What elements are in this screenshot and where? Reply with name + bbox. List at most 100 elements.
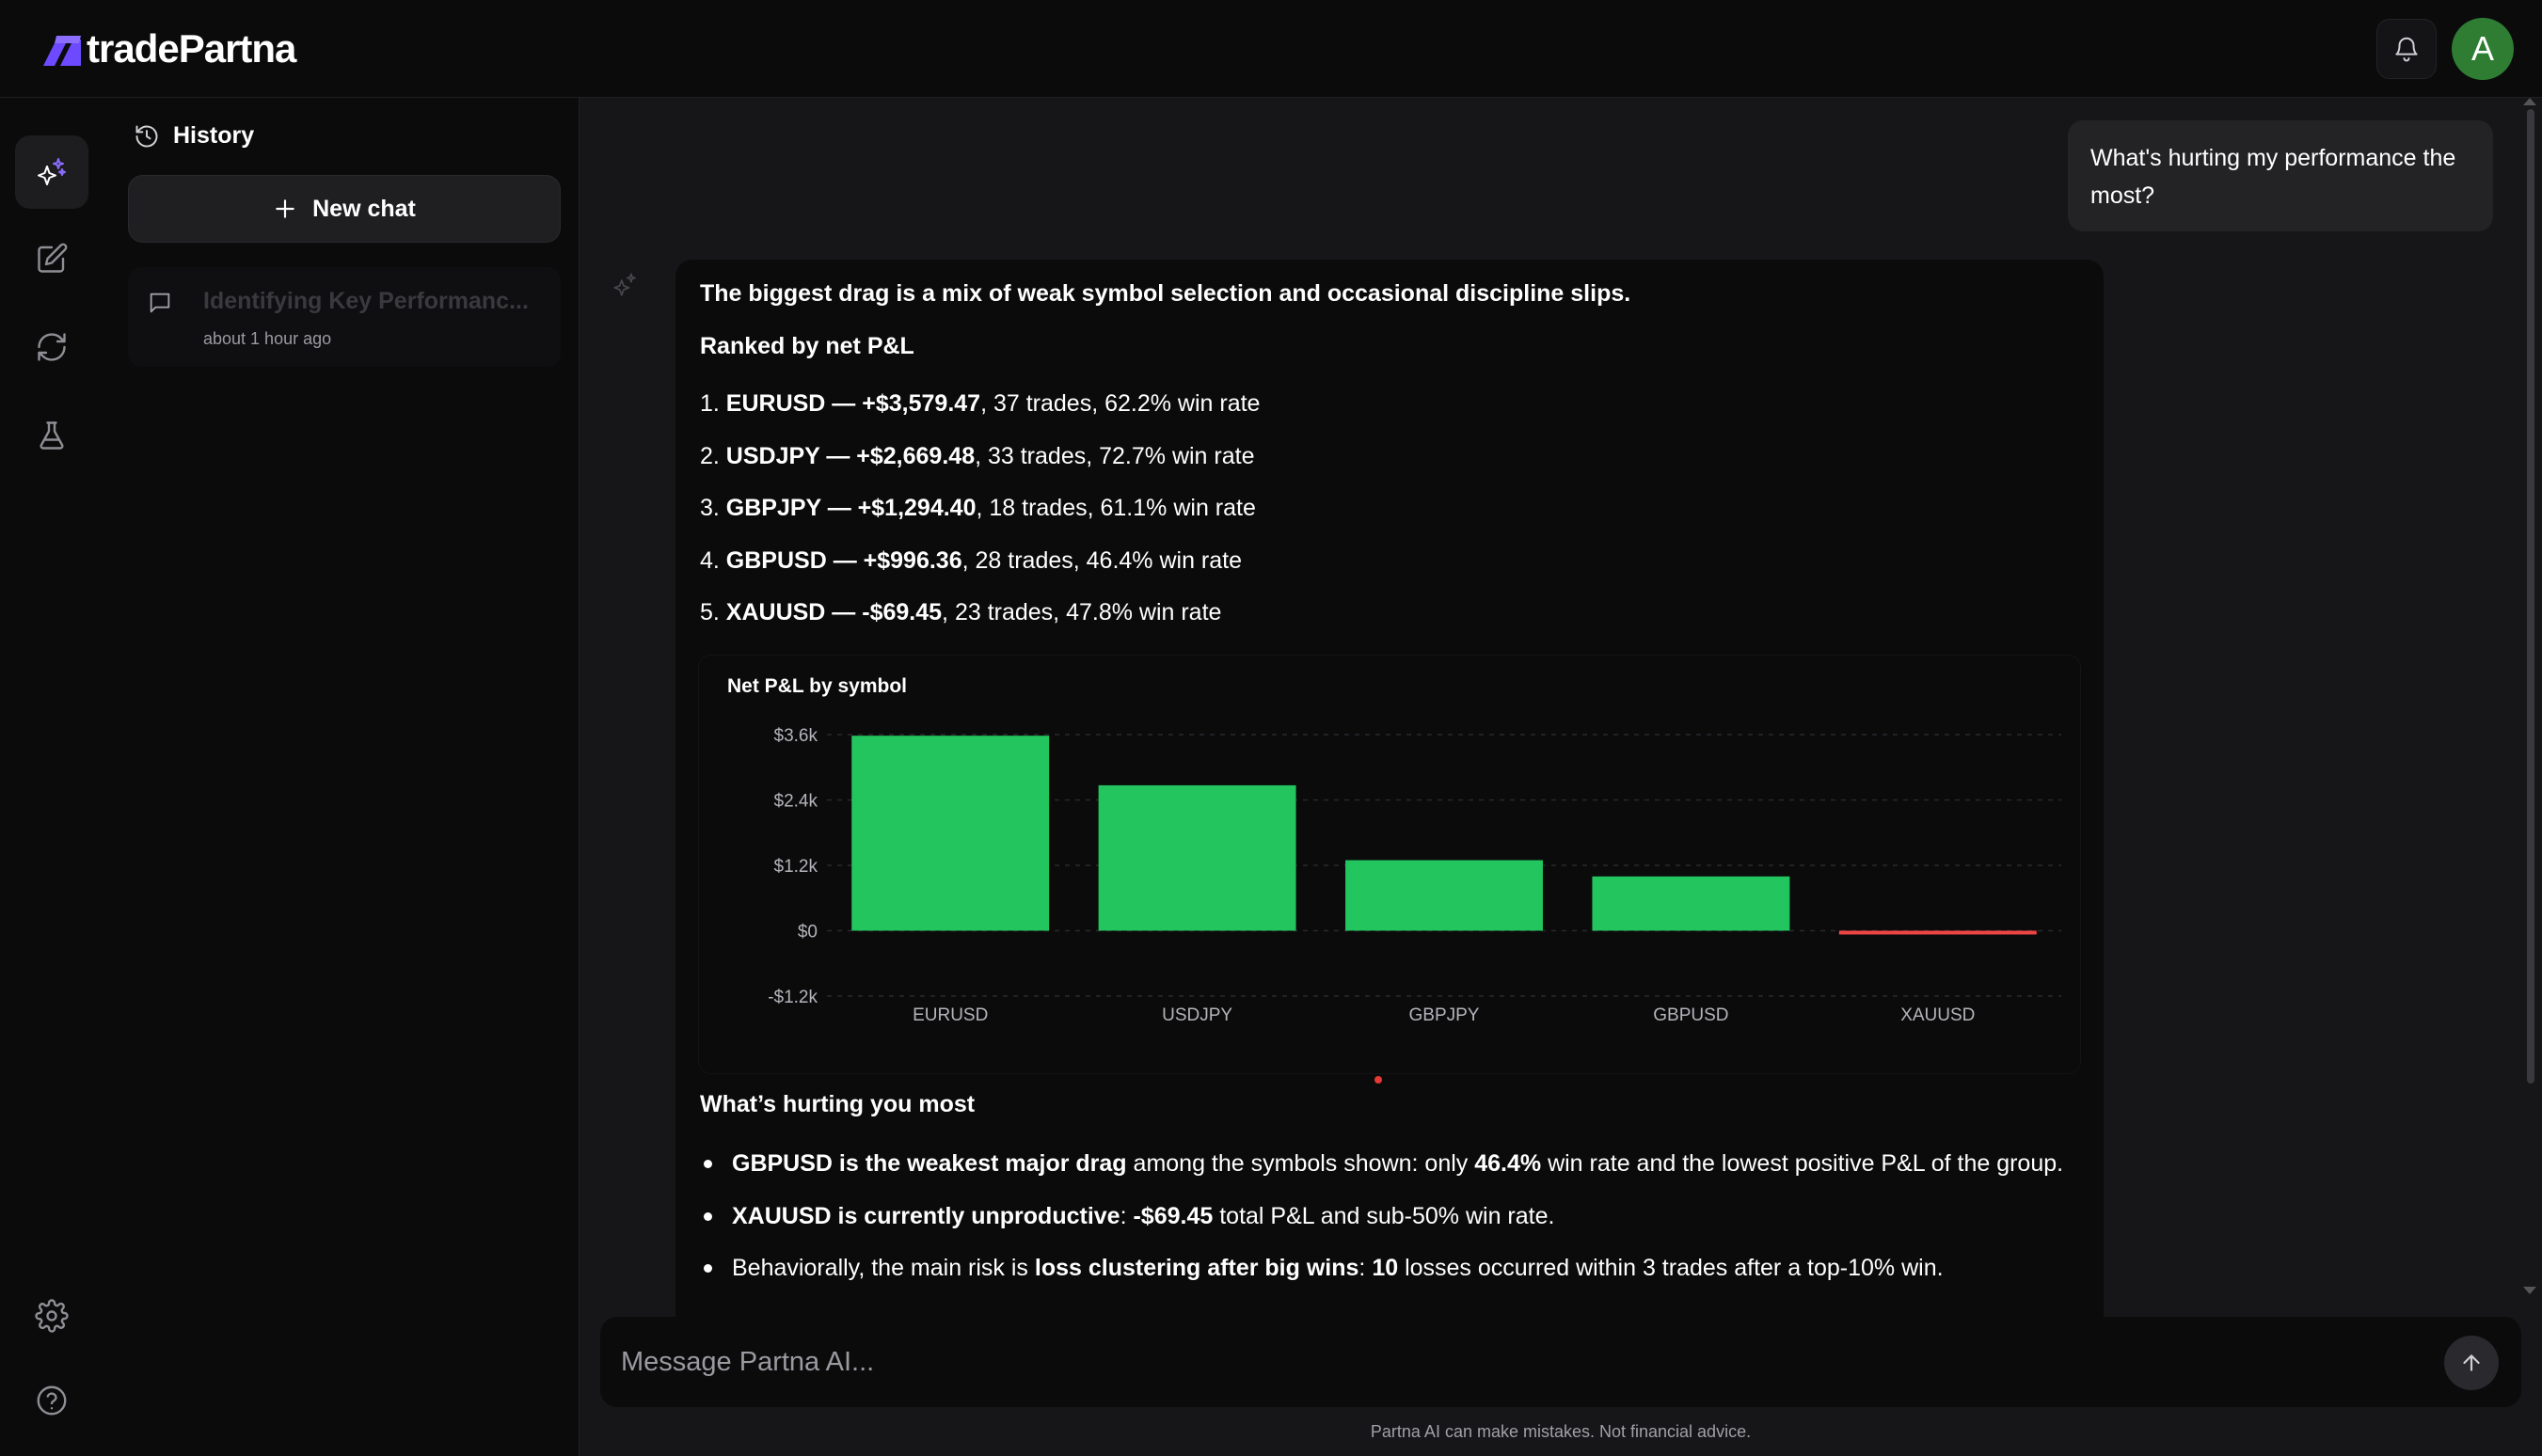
flask-icon [40,421,64,450]
ai-lead-text: The biggest drag is a mix of weak symbol… [700,280,1631,307]
bar-gbpusd [1592,876,1790,931]
rank-symbol-pnl: EURUSD — +$3,579.47 [725,390,981,417]
rank-symbol-pnl: XAUUSD — -$69.45 [725,599,943,625]
pnl-bar-chart: Net P&L by symbol $3.6k $2.4k $1.2k $0 -$1.2k… [727,675,2061,1025]
bullet-emphasis: GBPUSD is the weakest major drag [732,1150,1127,1177]
scrollbar-thumb[interactable] [2527,109,2534,1084]
rank-number: 5. [700,599,726,625]
ai-avatar [612,271,640,304]
bar-xauusd [1838,930,2037,935]
notifications-button[interactable] [2376,19,2437,79]
edit-icon [38,243,68,273]
new-chat-label: New chat [312,195,416,222]
hurting-bullet: XAUUSD is currently unproductive: -$69.4… [700,1202,2063,1255]
rank-stats: , 33 trades, 72.7% win rate [975,442,1255,469]
history-header: History [134,122,254,150]
rank-stats: , 18 trades, 61.1% win rate [976,495,1256,521]
new-chat-button[interactable]: New chat [128,175,561,243]
send-button[interactable] [2444,1336,2499,1390]
bar-gbpjpy [1345,860,1543,931]
bullet-text: : [1120,1202,1134,1229]
scroll-up-arrow[interactable] [2523,98,2536,105]
logo[interactable]: tradePartna [41,26,296,71]
bullet-emphasis: 10 [1372,1255,1399,1281]
user-avatar[interactable]: A [2452,18,2514,80]
x-tick-label: GBPUSD [1653,1005,1728,1025]
y-tick-label: $1.2k [774,857,818,877]
y-tick-label: $2.4k [774,792,818,812]
rank-symbol-pnl: USDJPY — +$2,669.48 [725,442,976,469]
plus-icon [276,199,294,218]
arrow-up-icon [2463,1354,2480,1371]
bar-eurusd [851,736,1050,931]
ranked-heading: Ranked by net P&L [700,333,914,359]
y-tick-label: $0 [798,923,818,942]
bullet-text: losses occurred within 3 trades after a … [1398,1255,1944,1281]
bullet-emphasis: loss clustering after big wins [1034,1255,1359,1281]
rank-number: 1. [700,390,726,417]
rank-number: 3. [700,495,726,521]
message-composer [600,1317,2521,1407]
bullet-emphasis: XAUUSD is currently unproductive [732,1202,1120,1229]
pnl-chart-card: Net P&L by symbol $3.6k $2.4k $1.2k $0 -$1.2k… [698,655,2081,1074]
icon-rail [0,98,105,1456]
gear-icon [35,1299,69,1333]
x-tick-label: XAUUSD [1900,1005,1975,1025]
ranking-item: 2. USDJPY — +$2,669.48, 33 trades, 72.7%… [700,442,1260,495]
bell-icon [2395,37,2418,62]
refresh-icon [38,333,66,361]
rail-settings-button[interactable] [15,1279,88,1353]
rank-number: 4. [700,546,726,574]
brand-name: tradePartna [87,26,296,71]
x-tick-label: EURUSD [913,1005,988,1025]
rank-number: 2. [700,442,726,469]
help-icon [37,1385,67,1416]
rail-ai-chat-button[interactable] [15,135,88,209]
disclaimer-text: Partna AI can make mistakes. Not financi… [1370,1422,1752,1441]
sparkles-icon [38,158,66,185]
rank-symbol-pnl: GBPUSD — +$996.36 [725,546,962,574]
history-chat-item[interactable]: Identifying Key Performanc... about 1 ho… [128,267,561,367]
conversation-area: What's hurting my performance the most? … [580,98,2542,1456]
x-tick-label: USDJPY [1162,1005,1232,1025]
logo-mark-icon [43,36,81,66]
ranking-item: 5. XAUUSD — -$69.45, 23 trades, 47.8% wi… [700,598,1260,651]
message-icon [150,293,170,313]
scroll-down-arrow[interactable] [2523,1287,2536,1294]
bullet-emphasis: 46.4% [1474,1150,1542,1177]
rail-journal-button[interactable] [15,222,88,295]
ranking-item: 4. GBPUSD — +$996.36, 28 trades, 46.4% w… [700,546,1260,599]
chat-title: Identifying Key Performanc... [203,288,529,314]
status-dot [1374,1076,1382,1084]
message-input[interactable] [621,1317,2408,1407]
ai-message: The biggest drag is a mix of weak symbol… [675,260,2104,1398]
bullet-text: total P&L and sub-50% win rate. [1213,1202,1555,1229]
history-icon [135,125,158,147]
bullet-emphasis: -$69.45 [1133,1202,1214,1229]
hurting-bullet: Behaviorally, the main risk is loss clus… [700,1254,2063,1306]
rank-stats: , 37 trades, 62.2% win rate [980,390,1261,417]
bullet-text: Behaviorally, the main risk is [732,1255,1035,1281]
bar-usdjpy [1098,784,1296,931]
hurting-heading: What’s hurting you most [700,1091,976,1117]
history-panel: History New chat Identifying Key Perform… [105,98,580,1456]
bullet-text: : [1358,1255,1373,1281]
chart-title: Net P&L by symbol [727,675,907,697]
bullet-text: win rate and the lowest positive P&L of … [1541,1150,2064,1177]
top-bar: tradePartna A [0,0,2542,98]
ranking-item: 1. EURUSD — +$3,579.47, 37 trades, 62.2%… [700,389,1260,442]
ranking-item: 3. GBPJPY — +$1,294.40, 18 trades, 61.1%… [700,494,1260,546]
bullet-text: among the symbols shown: only [1126,1150,1475,1177]
ranking-list: 1. EURUSD — +$3,579.47, 37 trades, 62.2%… [700,389,1260,651]
chat-timestamp: about 1 hour ago [203,329,332,348]
rail-help-button[interactable] [15,1364,88,1437]
sparkles-icon [613,273,636,296]
rail-sync-button[interactable] [15,310,88,384]
user-message: What's hurting my performance the most? [2068,120,2493,231]
rank-stats: , 28 trades, 46.4% win rate [961,546,1243,574]
rank-stats: , 23 trades, 47.8% win rate [942,599,1222,625]
y-tick-label: -$1.2k [768,988,818,1007]
y-tick-label: $3.6k [774,726,818,746]
x-tick-label: GBPJPY [1409,1005,1480,1025]
rail-lab-button[interactable] [15,399,88,472]
